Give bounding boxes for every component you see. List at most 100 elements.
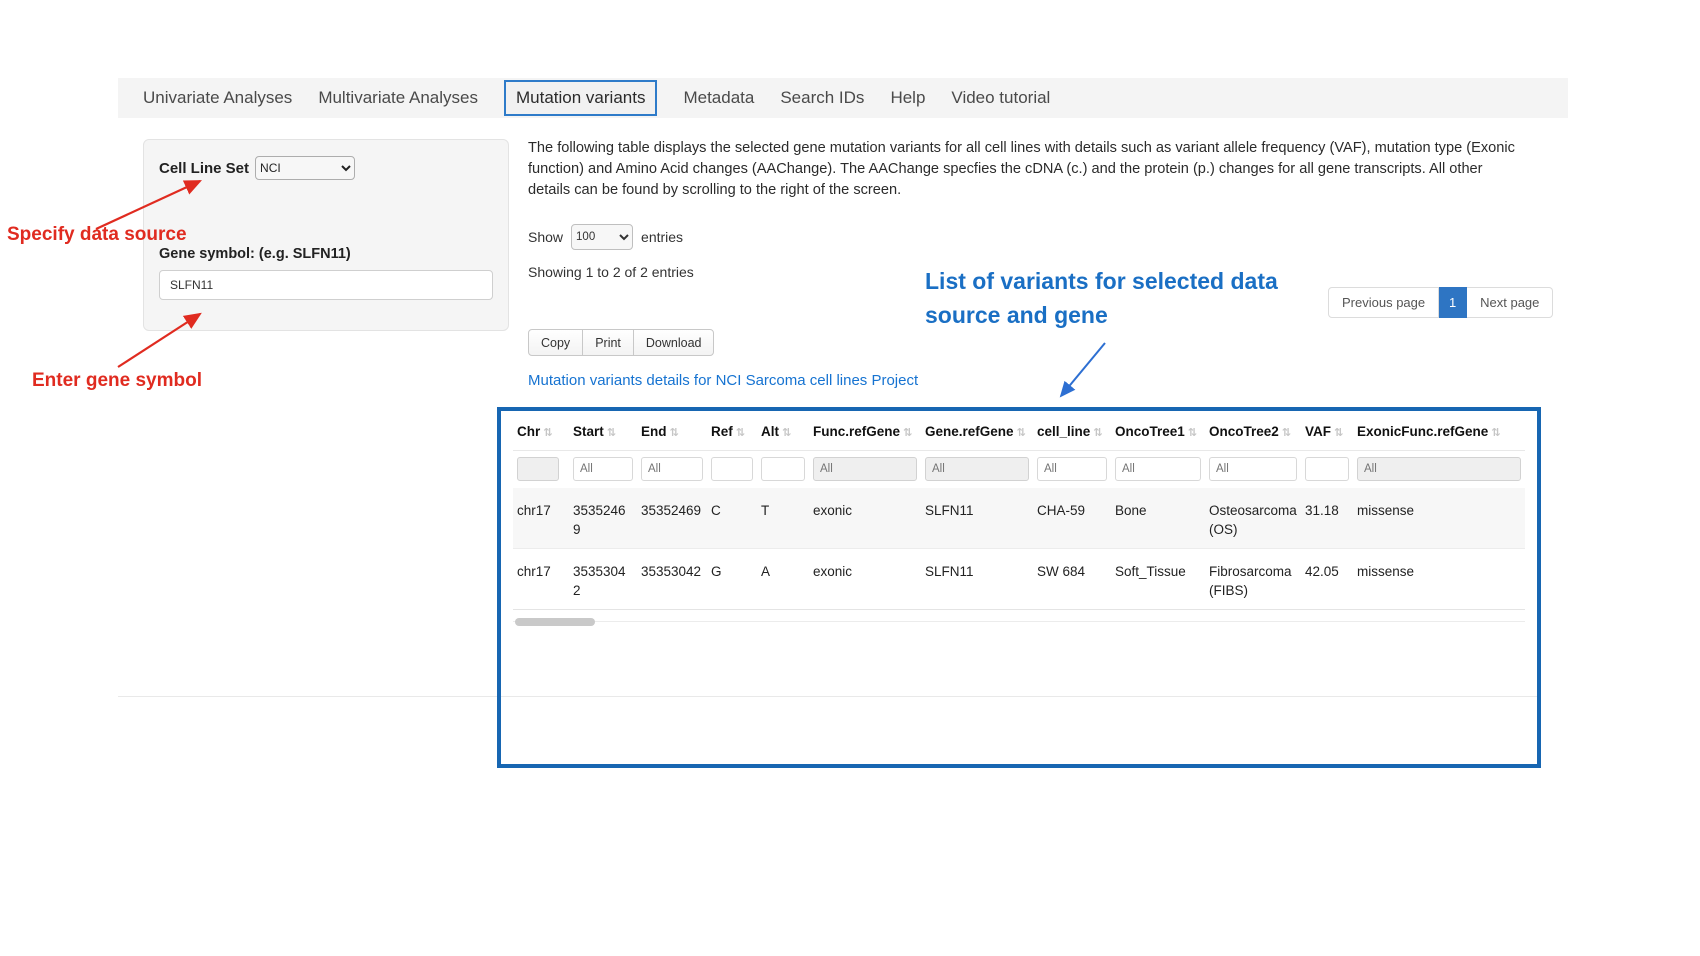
table-cell: SLFN11 [921, 488, 1033, 549]
sort-icon[interactable]: ⇅ [903, 427, 912, 439]
filter-func-refgene[interactable] [813, 457, 917, 481]
column-header-func-refgene[interactable]: Func.refGene⇅ [809, 411, 921, 451]
table-cell: T [757, 488, 809, 549]
sort-icon[interactable]: ⇅ [670, 427, 679, 439]
column-label: Start [573, 424, 604, 439]
tab-metadata[interactable]: Metadata [683, 80, 754, 116]
entries-count-select[interactable]: 100 [571, 224, 633, 250]
column-label: cell_line [1037, 424, 1090, 439]
table-description: The following table displays the selecte… [528, 138, 1523, 201]
table-cell: SW 684 [1033, 549, 1111, 610]
column-label: Gene.refGene [925, 424, 1014, 439]
table-cell: 35353042 [569, 549, 637, 610]
column-label: OncoTree1 [1115, 424, 1185, 439]
column-header-start[interactable]: Start⇅ [569, 411, 637, 451]
show-entries-control: Show 100 entries [528, 224, 683, 250]
table-cell: chr17 [513, 549, 569, 610]
tab-search-ids[interactable]: Search IDs [780, 80, 864, 116]
sort-icon[interactable]: ⇅ [1282, 427, 1291, 439]
arrow-list-of-variants [1061, 343, 1105, 396]
filter-cell-line[interactable] [1037, 457, 1107, 481]
sort-icon[interactable]: ⇅ [782, 427, 791, 439]
download-button[interactable]: Download [633, 329, 715, 356]
gene-symbol-label: Gene symbol: (e.g. SLFN11) [159, 246, 493, 262]
tab-mutation-variants[interactable]: Mutation variants [504, 80, 657, 116]
sort-icon[interactable]: ⇅ [1017, 427, 1026, 439]
table-cell: C [707, 488, 757, 549]
column-label: Alt [761, 424, 779, 439]
print-button[interactable]: Print [582, 329, 634, 356]
table-cell: missense [1353, 488, 1525, 549]
variants-table-container: Chr⇅ Start⇅ End⇅ Ref⇅ Alt⇅ Func.refGene⇅… [501, 411, 1537, 764]
column-header-cell-line[interactable]: cell_line⇅ [1033, 411, 1111, 451]
tab-univariate-analyses[interactable]: Univariate Analyses [143, 80, 292, 116]
column-label: Func.refGene [813, 424, 900, 439]
copy-button[interactable]: Copy [528, 329, 583, 356]
column-label: OncoTree2 [1209, 424, 1279, 439]
gene-symbol-input[interactable] [159, 270, 493, 300]
annotation-specify-data-source: Specify data source [7, 224, 187, 246]
column-header-ref[interactable]: Ref⇅ [707, 411, 757, 451]
page: Univariate Analyses Multivariate Analyse… [0, 0, 1700, 956]
sort-icon[interactable]: ⇅ [1188, 427, 1197, 439]
column-label: Ref [711, 424, 733, 439]
sidebar-panel: Cell Line Set NCI Gene symbol: (e.g. SLF… [143, 139, 509, 331]
table-cell: A [757, 549, 809, 610]
column-label: End [641, 424, 667, 439]
annotation-enter-gene-symbol: Enter gene symbol [32, 370, 202, 392]
filter-oncotree2[interactable] [1209, 457, 1297, 481]
section-divider [118, 696, 1540, 697]
column-header-end[interactable]: End⇅ [637, 411, 707, 451]
previous-page-button[interactable]: Previous page [1328, 287, 1439, 318]
cell-line-set-select[interactable]: NCI [255, 156, 355, 180]
tab-help[interactable]: Help [890, 80, 925, 116]
table-title: Mutation variants details for NCI Sarcom… [528, 372, 918, 389]
sort-icon[interactable]: ⇅ [736, 427, 745, 439]
table-cell: Soft_Tissue [1111, 549, 1205, 610]
table-row[interactable]: chr17 35353042 35353042 G A exonic SLFN1… [513, 549, 1525, 610]
filter-vaf[interactable] [1305, 457, 1349, 481]
filter-ref[interactable] [711, 457, 753, 481]
filter-end[interactable] [641, 457, 703, 481]
column-header-gene-refgene[interactable]: Gene.refGene⇅ [921, 411, 1033, 451]
filter-start[interactable] [573, 457, 633, 481]
sort-icon[interactable]: ⇅ [1491, 427, 1500, 439]
current-page-button[interactable]: 1 [1439, 287, 1467, 318]
column-header-oncotree1[interactable]: OncoTree1⇅ [1111, 411, 1205, 451]
filter-oncotree1[interactable] [1115, 457, 1201, 481]
sort-icon[interactable]: ⇅ [1334, 427, 1343, 439]
table-cell: SLFN11 [921, 549, 1033, 610]
table-cell: 35352469 [569, 488, 637, 549]
annotation-list-of-variants: List of variants for selected data sourc… [925, 264, 1325, 332]
table-cell: exonic [809, 488, 921, 549]
filter-exonicfunc-refgene[interactable] [1357, 457, 1521, 481]
next-page-button[interactable]: Next page [1467, 287, 1553, 318]
cell-line-set-label: Cell Line Set [159, 160, 249, 177]
table-cell: exonic [809, 549, 921, 610]
sort-icon[interactable]: ⇅ [543, 427, 552, 439]
sort-icon[interactable]: ⇅ [607, 427, 616, 439]
filter-chr[interactable] [517, 457, 559, 481]
entries-label: entries [641, 229, 683, 245]
table-row[interactable]: chr17 35352469 35352469 C T exonic SLFN1… [513, 488, 1525, 549]
column-header-vaf[interactable]: VAF⇅ [1301, 411, 1353, 451]
table-header-row: Chr⇅ Start⇅ End⇅ Ref⇅ Alt⇅ Func.refGene⇅… [513, 411, 1525, 451]
column-label: VAF [1305, 424, 1331, 439]
column-header-chr[interactable]: Chr⇅ [513, 411, 569, 451]
scrollbar-thumb[interactable] [515, 618, 595, 626]
sort-icon[interactable]: ⇅ [1093, 427, 1102, 439]
filter-alt[interactable] [761, 457, 805, 481]
table-cell: CHA-59 [1033, 488, 1111, 549]
column-label: Chr [517, 424, 540, 439]
show-label: Show [528, 229, 563, 245]
tab-multivariate-analyses[interactable]: Multivariate Analyses [318, 80, 478, 116]
export-buttons: Copy Print Download [528, 329, 714, 356]
column-header-oncotree2[interactable]: OncoTree2⇅ [1205, 411, 1301, 451]
column-header-exonicfunc-refgene[interactable]: ExonicFunc.refGene⇅ [1353, 411, 1525, 451]
column-header-alt[interactable]: Alt⇅ [757, 411, 809, 451]
filter-gene-refgene[interactable] [925, 457, 1029, 481]
table-cell: 35352469 [637, 488, 707, 549]
tab-video-tutorial[interactable]: Video tutorial [951, 80, 1050, 116]
horizontal-scrollbar[interactable] [513, 615, 1525, 629]
showing-entries-status: Showing 1 to 2 of 2 entries [528, 264, 694, 280]
